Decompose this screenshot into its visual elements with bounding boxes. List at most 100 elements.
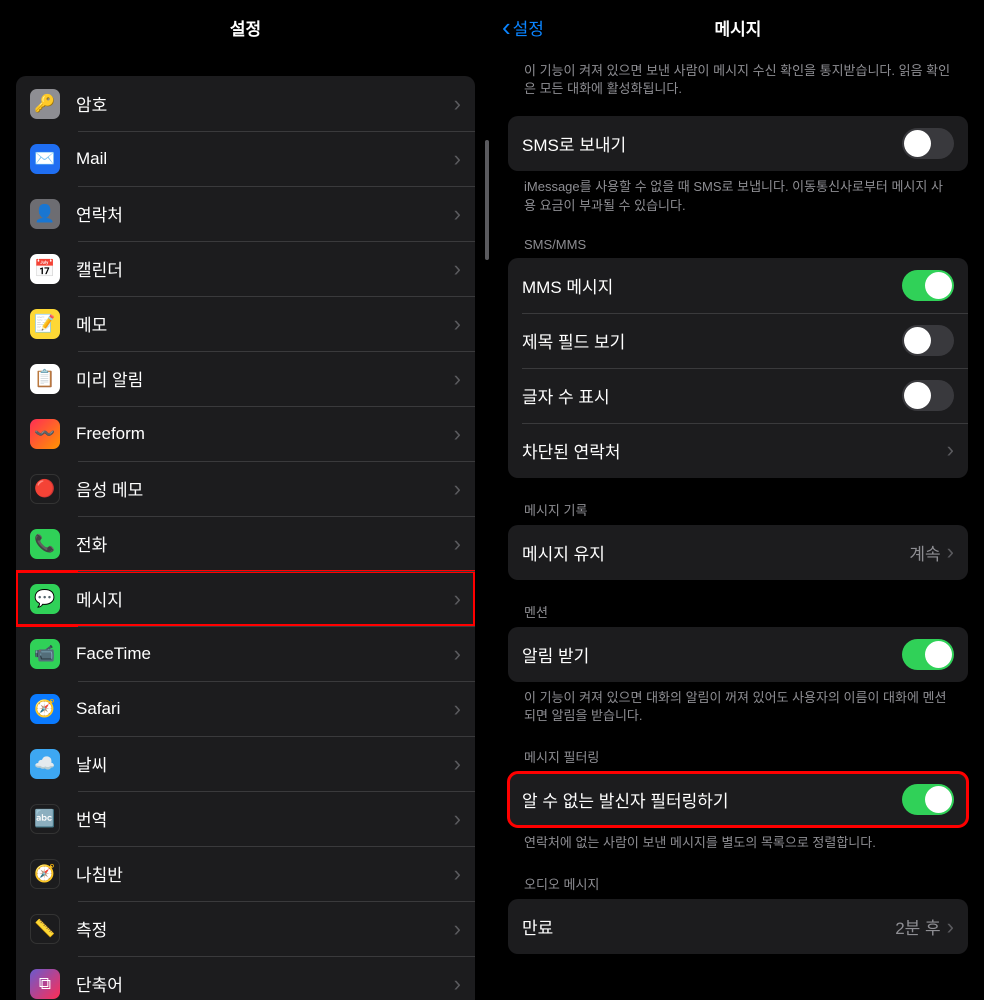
chevron-right-icon: ›	[454, 476, 461, 502]
label: 제목 필드 보기	[522, 328, 902, 353]
chevron-right-icon: ›	[454, 916, 461, 942]
settings-list-container: 🔑 암호 › ✉️ Mail › 👤 연락처 › 📅 캘린더 › 📝 메	[0, 76, 491, 1000]
label: 메모	[76, 311, 454, 336]
chevron-right-icon: ›	[454, 751, 461, 777]
notify-me-toggle[interactable]	[902, 639, 954, 670]
notify-footer: 이 기능이 켜져 있으면 대화의 알림이 꺼져 있어도 사용자의 이름이 대화에…	[524, 689, 952, 725]
row-keep-messages[interactable]: 메시지 유지 계속 ›	[508, 525, 968, 580]
char-count-toggle[interactable]	[902, 380, 954, 411]
measure-icon: 📏	[30, 914, 60, 944]
navbar: ‹ 설정 메시지	[492, 0, 984, 54]
mms-toggle[interactable]	[902, 270, 954, 301]
chevron-right-icon: ›	[454, 806, 461, 832]
chevron-right-icon: ›	[454, 201, 461, 227]
sms-footer: iMessage를 사용할 수 없을 때 SMS로 보냅니다. 이동통신사로부터…	[524, 178, 952, 214]
row-facetime[interactable]: 📹 FaceTime ›	[16, 626, 475, 681]
row-char-count[interactable]: 글자 수 표시	[508, 368, 968, 423]
row-measure[interactable]: 📏 측정 ›	[16, 901, 475, 956]
chevron-right-icon: ›	[454, 146, 461, 172]
label: 날씨	[76, 751, 454, 776]
label: 글자 수 표시	[522, 383, 902, 408]
reminders-icon: 📋	[30, 364, 60, 394]
row-contacts[interactable]: 👤 연락처 ›	[16, 186, 475, 241]
notes-icon: 📝	[30, 309, 60, 339]
history-header: 메시지 기록	[524, 500, 968, 519]
label: 만료	[522, 914, 895, 939]
chevron-right-icon: ›	[454, 586, 461, 612]
value: 계속	[909, 540, 940, 565]
send-as-sms-toggle[interactable]	[902, 128, 954, 159]
row-phone[interactable]: 📞 전화 ›	[16, 516, 475, 571]
chevron-right-icon: ›	[454, 531, 461, 557]
row-notify-me[interactable]: 알림 받기	[508, 627, 968, 682]
phone-icon: 📞	[30, 529, 60, 559]
calendar-icon: 📅	[30, 254, 60, 284]
label: SMS로 보내기	[522, 131, 902, 156]
row-mms[interactable]: MMS 메시지	[508, 258, 968, 313]
row-expire[interactable]: 만료 2분 후 ›	[508, 899, 968, 954]
label: MMS 메시지	[522, 273, 902, 298]
chevron-right-icon: ›	[947, 539, 954, 565]
audio-group: 만료 2분 후 ›	[508, 899, 968, 954]
key-icon: 🔑	[30, 89, 60, 119]
label: 암호	[76, 91, 454, 116]
row-compass[interactable]: 🧭 나침반 ›	[16, 846, 475, 901]
row-notes[interactable]: 📝 메모 ›	[16, 296, 475, 351]
weather-icon: ☁️	[30, 749, 60, 779]
row-safari[interactable]: 🧭 Safari ›	[16, 681, 475, 736]
chevron-right-icon: ›	[454, 421, 461, 447]
row-mail[interactable]: ✉️ Mail ›	[16, 131, 475, 186]
voice-memo-icon: 🔴	[30, 474, 60, 504]
chevron-right-icon: ›	[947, 914, 954, 940]
value: 2분 후	[895, 914, 940, 939]
back-label: 설정	[513, 15, 544, 40]
navbar: 설정	[0, 0, 491, 54]
row-calendar[interactable]: 📅 캘린더 ›	[16, 241, 475, 296]
label: 단축어	[76, 971, 454, 996]
contacts-icon: 👤	[30, 199, 60, 229]
messages-scroll: 이 기능이 켜져 있으면 보낸 사람이 메시지 수신 확인을 통지받습니다. 읽…	[492, 62, 984, 954]
label: 알림 받기	[522, 642, 902, 667]
row-messages[interactable]: 💬 메시지 ›	[16, 571, 475, 626]
mention-header: 멘션	[524, 602, 968, 621]
label: 측정	[76, 916, 454, 941]
chevron-right-icon: ›	[454, 311, 461, 337]
row-blocked-contacts[interactable]: 차단된 연락처 ›	[508, 423, 968, 478]
row-translate[interactable]: 🔤 번역 ›	[16, 791, 475, 846]
back-button[interactable]: ‹ 설정	[502, 14, 544, 40]
filter-unknown-toggle[interactable]	[902, 784, 954, 815]
row-passwords[interactable]: 🔑 암호 ›	[16, 76, 475, 131]
row-reminders[interactable]: 📋 미리 알림 ›	[16, 351, 475, 406]
row-subject-field[interactable]: 제목 필드 보기	[508, 313, 968, 368]
row-weather[interactable]: ☁️ 날씨 ›	[16, 736, 475, 791]
freeform-icon: 〰️	[30, 419, 60, 449]
row-filter-unknown[interactable]: 알 수 없는 발신자 필터링하기	[508, 772, 968, 827]
sms-group: SMS로 보내기	[508, 116, 968, 171]
facetime-icon: 📹	[30, 639, 60, 669]
filter-group: 알 수 없는 발신자 필터링하기	[508, 772, 968, 827]
shortcuts-icon: ⧉	[30, 969, 60, 999]
label: 번역	[76, 806, 454, 831]
label: FaceTime	[76, 644, 454, 664]
label: 알 수 없는 발신자 필터링하기	[522, 787, 902, 812]
chevron-right-icon: ›	[454, 696, 461, 722]
chevron-left-icon: ‹	[502, 14, 511, 40]
mention-group: 알림 받기	[508, 627, 968, 682]
label: 메시지 유지	[522, 540, 909, 565]
row-freeform[interactable]: 〰️ Freeform ›	[16, 406, 475, 461]
translate-icon: 🔤	[30, 804, 60, 834]
history-group: 메시지 유지 계속 ›	[508, 525, 968, 580]
scrollbar[interactable]	[485, 140, 489, 260]
smsmms-header: SMS/MMS	[524, 237, 968, 252]
settings-pane: 설정 🔑 암호 › ✉️ Mail › 👤 연락처 › 📅 캘린더 ›	[0, 0, 492, 1000]
row-voicememos[interactable]: 🔴 음성 메모 ›	[16, 461, 475, 516]
row-shortcuts[interactable]: ⧉ 단축어 ›	[16, 956, 475, 1000]
label: 음성 메모	[76, 476, 454, 501]
label: 캘린더	[76, 256, 454, 281]
subject-field-toggle[interactable]	[902, 325, 954, 356]
read-receipt-footer: 이 기능이 켜져 있으면 보낸 사람이 메시지 수신 확인을 통지받습니다. 읽…	[524, 62, 952, 98]
messages-settings-pane: ‹ 설정 메시지 이 기능이 켜져 있으면 보낸 사람이 메시지 수신 확인을 …	[492, 0, 984, 1000]
filter-footer: 연락처에 없는 사람이 보낸 메시지를 별도의 목록으로 정렬합니다.	[524, 834, 952, 852]
row-send-as-sms[interactable]: SMS로 보내기	[508, 116, 968, 171]
label: 나침반	[76, 861, 454, 886]
